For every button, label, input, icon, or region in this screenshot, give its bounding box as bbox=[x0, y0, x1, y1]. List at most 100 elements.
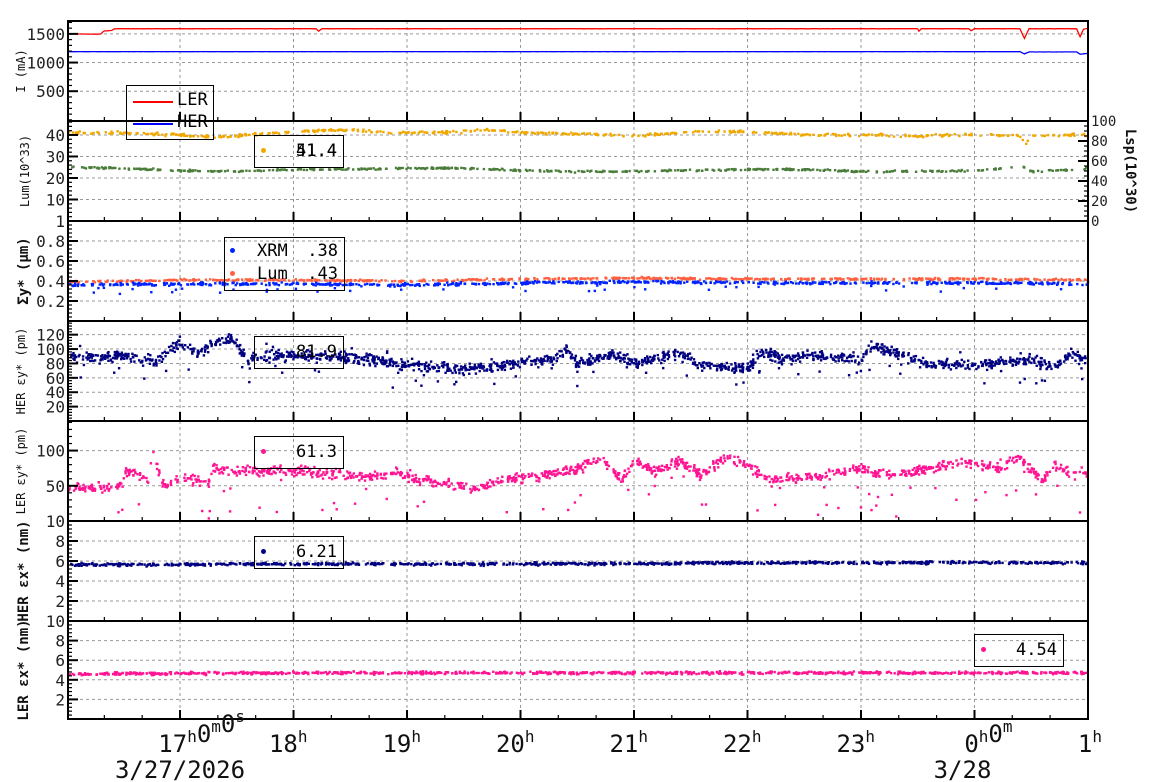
data-point bbox=[797, 132, 800, 136]
data-point bbox=[1070, 347, 1073, 350]
data-point bbox=[503, 368, 507, 372]
data-point bbox=[937, 468, 940, 472]
data-point bbox=[378, 280, 381, 283]
data-point bbox=[686, 354, 689, 357]
data-point bbox=[400, 288, 403, 291]
data-point bbox=[882, 353, 885, 356]
data-point bbox=[714, 130, 718, 134]
data-point bbox=[1024, 277, 1027, 280]
data-point bbox=[594, 281, 597, 284]
data-point bbox=[1004, 278, 1007, 281]
data-point bbox=[175, 475, 178, 478]
data-point bbox=[1023, 166, 1026, 169]
data-point bbox=[571, 277, 574, 280]
data-point bbox=[638, 277, 641, 280]
data-point bbox=[948, 277, 952, 280]
data-point bbox=[1057, 360, 1060, 363]
data-point bbox=[138, 478, 141, 481]
data-point bbox=[748, 365, 752, 368]
data-point bbox=[241, 352, 244, 355]
data-point bbox=[183, 476, 186, 479]
data-point bbox=[818, 370, 821, 373]
data-point bbox=[914, 170, 918, 173]
data-point bbox=[384, 477, 387, 480]
data-point bbox=[641, 134, 645, 137]
data-point bbox=[78, 130, 81, 133]
data-point bbox=[914, 354, 918, 358]
data-point bbox=[520, 482, 523, 485]
data-point bbox=[546, 170, 550, 173]
y-tick-label: 120 bbox=[36, 326, 65, 345]
data-point bbox=[993, 168, 996, 171]
data-point bbox=[105, 487, 109, 490]
data-point bbox=[115, 351, 118, 354]
data-point bbox=[163, 283, 166, 287]
data-point bbox=[176, 478, 179, 482]
data-point bbox=[641, 363, 644, 367]
data-point bbox=[780, 353, 784, 357]
data-point bbox=[393, 285, 396, 288]
data-point bbox=[695, 364, 699, 367]
data-point bbox=[1033, 361, 1036, 364]
data-point bbox=[621, 478, 624, 481]
data-point bbox=[1059, 288, 1063, 291]
data-point bbox=[873, 281, 876, 284]
data-point bbox=[643, 360, 647, 363]
data-point bbox=[913, 360, 916, 363]
data-point bbox=[727, 365, 730, 369]
data-point bbox=[446, 281, 449, 284]
data-point bbox=[974, 498, 978, 502]
data-point bbox=[518, 277, 521, 281]
data-point bbox=[246, 359, 250, 363]
data-point bbox=[567, 350, 570, 353]
data-point bbox=[135, 354, 138, 358]
data-point bbox=[154, 279, 157, 282]
data-point bbox=[1020, 278, 1023, 281]
data-point bbox=[1024, 358, 1027, 361]
data-point bbox=[299, 168, 303, 171]
data-point bbox=[417, 368, 421, 371]
data-point bbox=[201, 509, 204, 513]
data-point bbox=[850, 359, 853, 363]
data-point bbox=[450, 166, 453, 170]
data-point bbox=[677, 169, 680, 172]
data-point bbox=[737, 363, 741, 366]
data-point bbox=[647, 133, 650, 136]
data-point bbox=[899, 135, 902, 138]
data-point bbox=[98, 362, 101, 365]
data-point bbox=[471, 282, 474, 285]
data-point bbox=[588, 353, 591, 356]
data-point bbox=[805, 168, 809, 171]
data-point bbox=[310, 168, 313, 171]
data-point bbox=[422, 500, 426, 503]
data-point bbox=[367, 354, 370, 357]
data-point bbox=[352, 361, 355, 364]
data-point bbox=[258, 506, 261, 509]
panel-frame bbox=[67, 20, 1089, 122]
data-point bbox=[930, 282, 933, 286]
data-point bbox=[785, 475, 789, 478]
data-point bbox=[169, 479, 173, 483]
data-point bbox=[878, 133, 881, 136]
data-point bbox=[947, 366, 951, 369]
data-point bbox=[443, 283, 446, 286]
data-point bbox=[412, 478, 415, 481]
data-point bbox=[998, 361, 1001, 364]
data-point bbox=[630, 464, 633, 468]
data-point bbox=[773, 354, 776, 357]
data-point bbox=[556, 132, 559, 135]
data-point bbox=[557, 277, 560, 281]
data-point bbox=[921, 356, 925, 360]
panel-3: 0.20.40.60.81Σy* (μm) bbox=[16, 212, 1090, 322]
data-point bbox=[75, 131, 79, 134]
data-point bbox=[579, 494, 582, 497]
data-point bbox=[664, 132, 667, 136]
data-point bbox=[884, 289, 888, 292]
data-point bbox=[524, 131, 527, 134]
data-point bbox=[102, 356, 105, 359]
data-point bbox=[526, 131, 529, 134]
data-point bbox=[142, 167, 145, 171]
data-point bbox=[165, 351, 168, 355]
data-point bbox=[321, 477, 325, 480]
data-point bbox=[725, 361, 728, 365]
